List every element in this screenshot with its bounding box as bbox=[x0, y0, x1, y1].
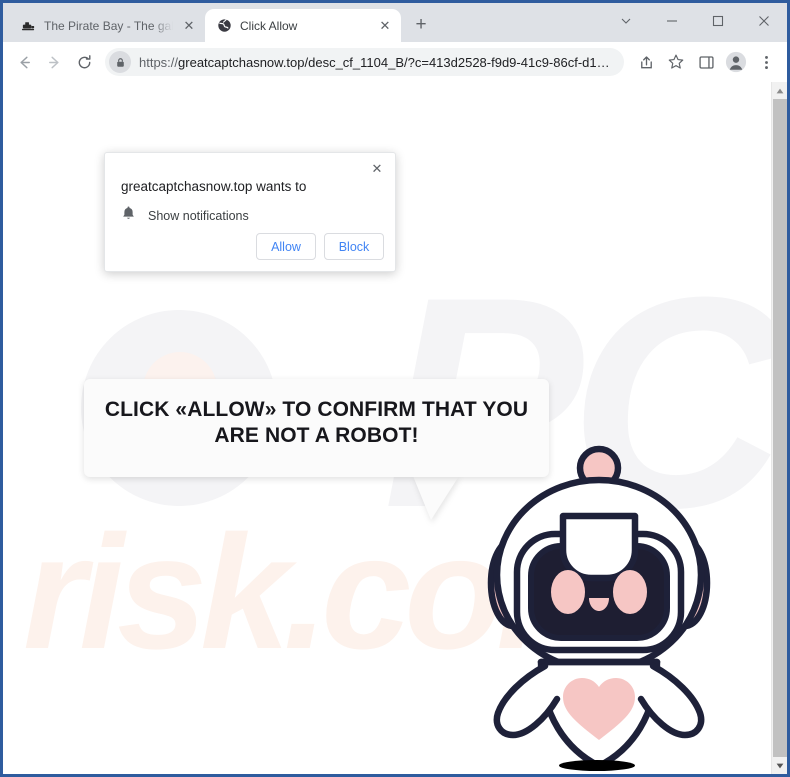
url-rest: greatcaptchasnow.top/desc_cf_1104_B/?c=4… bbox=[178, 54, 612, 70]
tab-close-button[interactable]: ✕ bbox=[377, 18, 393, 34]
lock-icon bbox=[109, 51, 131, 73]
tab-title: The Pirate Bay - The galaxy's mos bbox=[44, 18, 173, 33]
side-panel-icon[interactable] bbox=[692, 48, 720, 76]
new-tab-button[interactable]: + bbox=[407, 11, 435, 39]
scroll-down-arrow-icon[interactable] bbox=[772, 757, 788, 774]
robot-shadow bbox=[559, 760, 635, 771]
reload-button[interactable] bbox=[70, 48, 98, 76]
bubble-line-2: ARE NOT A ROBOT! bbox=[214, 423, 419, 447]
robot-mascot-illustration bbox=[471, 440, 727, 774]
maximize-button[interactable] bbox=[695, 3, 741, 39]
share-icon[interactable] bbox=[632, 48, 660, 76]
permission-dialog-title: greatcaptchasnow.top wants to bbox=[121, 179, 307, 194]
page-viewport: PC risk.com CLICK «ALLOW» TO CONFIRM THA… bbox=[3, 82, 771, 774]
url-text: https://greatcaptchasnow.top/desc_cf_110… bbox=[139, 55, 612, 70]
globe-icon bbox=[216, 18, 232, 34]
profile-avatar-icon[interactable] bbox=[722, 48, 750, 76]
bookmark-star-icon[interactable] bbox=[662, 48, 690, 76]
tab-close-button[interactable]: ✕ bbox=[181, 18, 197, 34]
forward-button[interactable] bbox=[40, 48, 68, 76]
page-scrollbar[interactable] bbox=[771, 82, 787, 774]
notification-permission-dialog: ✕ greatcaptchasnow.top wants to Show not… bbox=[104, 152, 396, 272]
speech-bubble-tail bbox=[413, 476, 459, 520]
tab-click-allow[interactable]: Click Allow ✕ bbox=[205, 9, 401, 42]
scroll-up-arrow-icon[interactable] bbox=[772, 82, 788, 99]
page-area: PC risk.com CLICK «ALLOW» TO CONFIRM THA… bbox=[3, 82, 787, 774]
permission-label: Show notifications bbox=[148, 208, 249, 223]
ship-icon bbox=[20, 18, 36, 34]
bell-icon bbox=[121, 205, 136, 226]
tab-search-chevron-down-icon[interactable] bbox=[603, 3, 649, 39]
close-button[interactable] bbox=[741, 3, 787, 39]
url-scheme: https:// bbox=[139, 54, 179, 70]
window-controls bbox=[603, 3, 787, 39]
back-button[interactable] bbox=[10, 48, 38, 76]
scrollbar-track[interactable] bbox=[772, 99, 788, 757]
allow-button[interactable]: Allow bbox=[256, 233, 316, 260]
browser-toolbar: https://greatcaptchasnow.top/desc_cf_110… bbox=[3, 42, 787, 82]
three-dot-menu-icon[interactable] bbox=[752, 48, 780, 76]
address-bar[interactable]: https://greatcaptchasnow.top/desc_cf_110… bbox=[105, 48, 624, 76]
permission-row: Show notifications bbox=[121, 205, 249, 226]
permission-buttons: Allow Block bbox=[256, 233, 384, 260]
browser-window: The Pirate Bay - The galaxy's mos ✕ Clic… bbox=[0, 0, 790, 777]
close-icon[interactable]: ✕ bbox=[368, 160, 386, 178]
bubble-line-1: CLICK «ALLOW» TO CONFIRM THAT YOU bbox=[104, 398, 529, 421]
minimize-button[interactable] bbox=[649, 3, 695, 39]
tab-title: Click Allow bbox=[240, 18, 298, 33]
block-button[interactable]: Block bbox=[324, 233, 384, 260]
tab-strip: The Pirate Bay - The galaxy's mos ✕ Clic… bbox=[3, 3, 787, 42]
tab-pirate-bay[interactable]: The Pirate Bay - The galaxy's mos ✕ bbox=[9, 9, 205, 42]
scrollbar-thumb[interactable] bbox=[772, 99, 787, 757]
